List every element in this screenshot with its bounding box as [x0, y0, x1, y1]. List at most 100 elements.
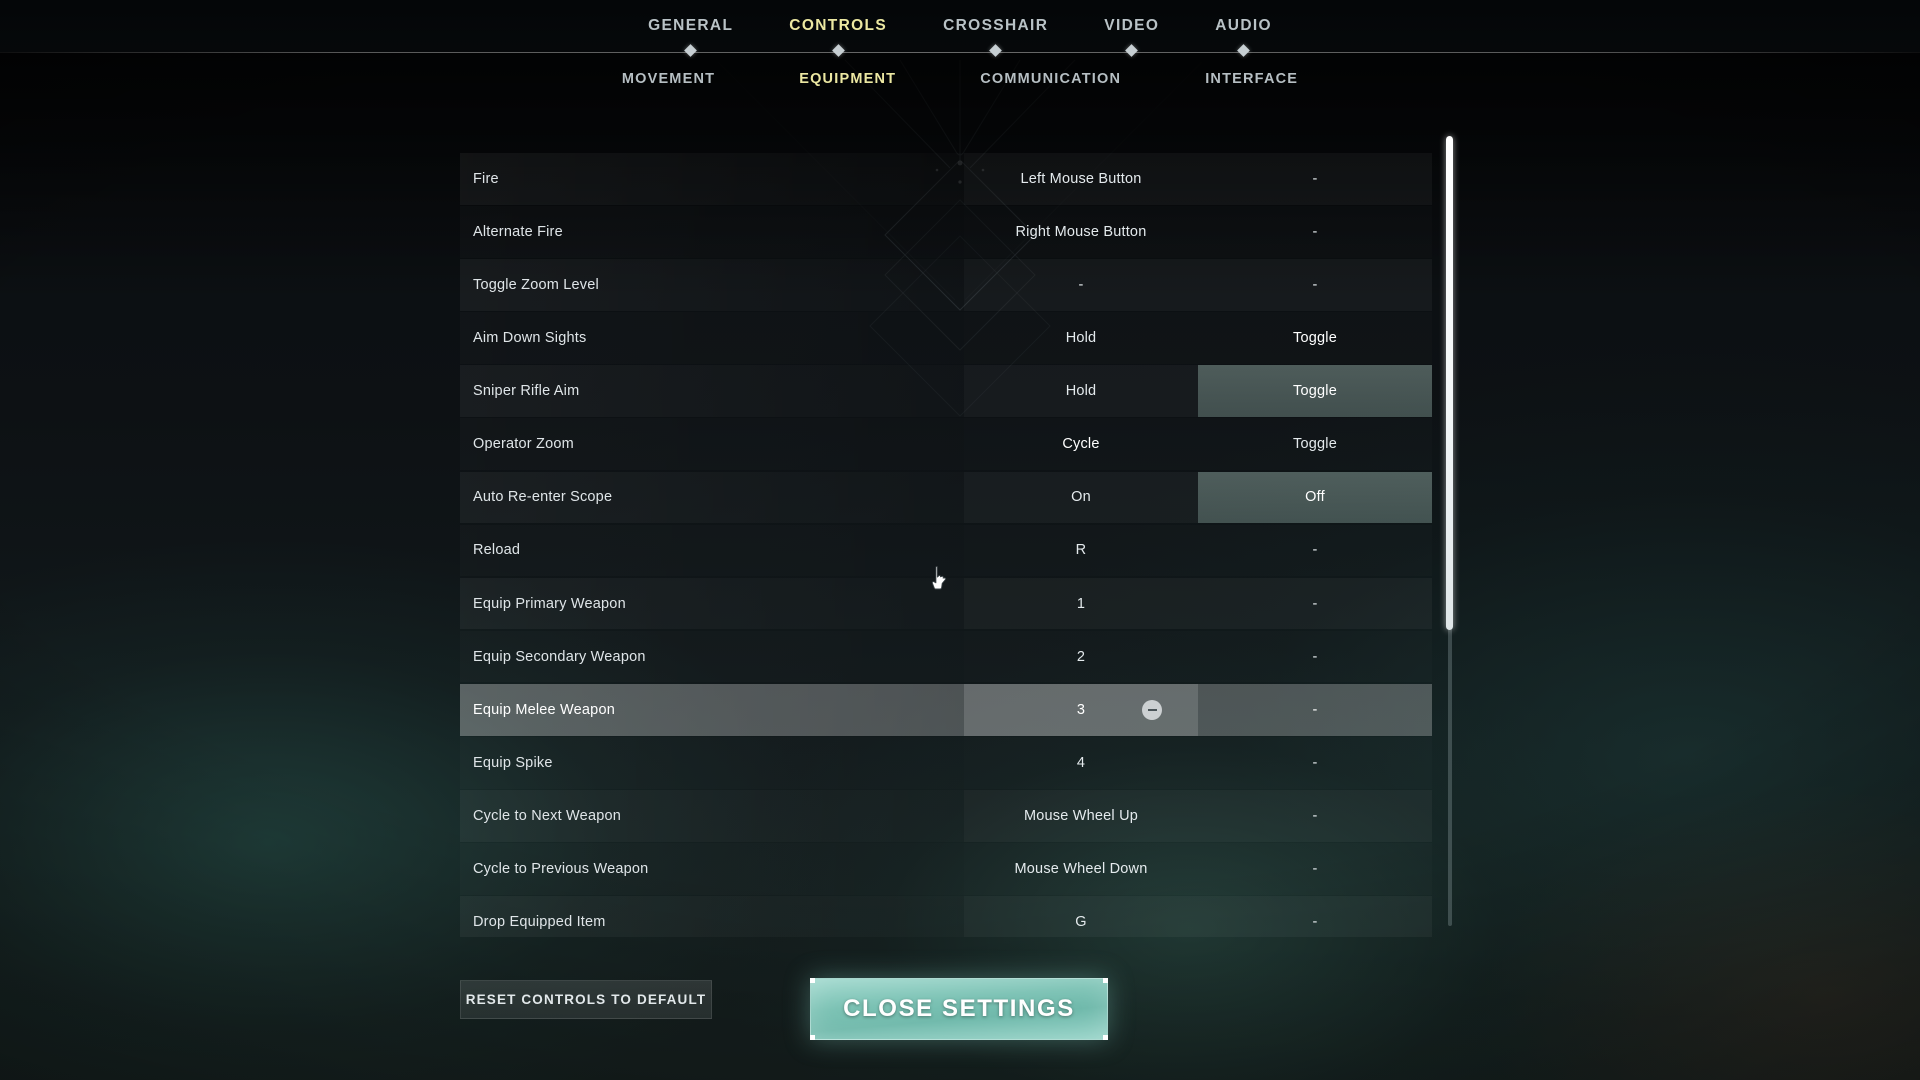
keybind-value: R: [1075, 542, 1087, 559]
keybind-action-label: Sniper Rifle Aim: [460, 365, 964, 417]
keybind-value: -: [1312, 170, 1318, 187]
keybind-cell-2[interactable]: Toggle: [1198, 418, 1432, 470]
close-settings-button[interactable]: CLOSE SETTINGS: [810, 978, 1108, 1040]
keybind-value: 2: [1076, 648, 1086, 665]
keybind-value: Toggle: [1293, 436, 1337, 453]
keybind-value: -: [1312, 648, 1318, 665]
keybind-cell-1[interactable]: 2: [964, 631, 1198, 683]
keybind-cell-1[interactable]: On: [964, 471, 1198, 524]
keybind-value: -: [1312, 701, 1318, 718]
keybind-cell-2[interactable]: -: [1198, 896, 1432, 937]
table-row[interactable]: Equip Secondary Weapon 2 -: [460, 630, 1432, 683]
table-row[interactable]: Auto Re-enter Scope On Off: [460, 471, 1432, 524]
keybind-cell-1[interactable]: 3: [964, 683, 1198, 736]
corner-marker-bl: [810, 1035, 815, 1040]
keybind-value: 3: [1076, 701, 1086, 718]
keybind-cell-1[interactable]: Mouse Wheel Up: [964, 790, 1198, 842]
settings-screen: GENERAL CONTROLS CROSSHAIR VIDEO AUDIO MOVEM…: [0, 0, 1920, 1080]
keybind-cell-2[interactable]: Toggle: [1198, 312, 1432, 364]
keybind-value: Toggle: [1293, 383, 1337, 400]
table-row[interactable]: Equip Primary Weapon 1 -: [460, 577, 1432, 630]
keybind-cell-1[interactable]: 4: [964, 737, 1198, 789]
keybind-action-label: Alternate Fire: [460, 206, 964, 258]
keybind-value: -: [1312, 807, 1318, 824]
keybind-action-label: Reload: [460, 524, 964, 577]
keybind-cell-1[interactable]: G: [964, 896, 1198, 937]
close-settings-label: CLOSE SETTINGS: [843, 995, 1075, 1022]
reset-controls-button[interactable]: RESET CONTROLS TO DEFAULT: [460, 980, 712, 1019]
keybind-value: -: [1312, 914, 1318, 931]
keybind-action-label: Fire: [460, 153, 964, 205]
keybind-action-label: Equip Melee Weapon: [460, 683, 964, 736]
secondary-tab-list: MOVEMENT EQUIPMENT COMMUNICATION INTERFACE: [580, 58, 1340, 100]
table-row[interactable]: Reload R -: [460, 524, 1432, 577]
table-row[interactable]: Cycle to Next Weapon Mouse Wheel Up -: [460, 790, 1432, 842]
table-row[interactable]: Toggle Zoom Level - -: [460, 259, 1432, 311]
keybind-cell-2[interactable]: -: [1198, 153, 1432, 205]
table-row[interactable]: Equip Melee Weapon 3 -: [460, 683, 1432, 736]
keybind-value: 4: [1076, 754, 1086, 771]
keybind-table[interactable]: Fire Left Mouse Button - Alternate Fire Righ…: [460, 153, 1432, 937]
tab-label: GENERAL: [648, 17, 734, 34]
keybind-cell-2[interactable]: -: [1198, 683, 1432, 736]
keybind-action-label: Equip Spike: [460, 737, 964, 789]
keybind-value: -: [1312, 542, 1318, 559]
keybind-cell-1[interactable]: -: [964, 259, 1198, 311]
keybind-action-label: Aim Down Sights: [460, 312, 964, 364]
keybind-value: Right Mouse Button: [1015, 223, 1147, 240]
keybind-cell-2[interactable]: Off: [1198, 471, 1432, 524]
subtab-communication[interactable]: COMMUNICATION: [938, 58, 1163, 100]
keybind-cell-1[interactable]: Mouse Wheel Down: [964, 843, 1198, 895]
nav-diamond-marker-2: [989, 44, 1003, 57]
table-row[interactable]: Equip Spike 4 -: [460, 737, 1432, 789]
keybind-cell-2[interactable]: -: [1198, 259, 1432, 311]
keybind-cell-1[interactable]: Left Mouse Button: [964, 153, 1198, 205]
reset-controls-label: RESET CONTROLS TO DEFAULT: [465, 992, 707, 1007]
keybind-action-label: Cycle to Next Weapon: [460, 790, 964, 842]
keybind-cell-2[interactable]: -: [1198, 790, 1432, 842]
table-row[interactable]: Fire Left Mouse Button -: [460, 153, 1432, 205]
keybind-value: -: [1312, 223, 1318, 240]
minus-bar: [1147, 708, 1157, 711]
keybind-cell-2[interactable]: -: [1198, 577, 1432, 630]
corner-marker-tl: [810, 978, 815, 983]
subtab-movement[interactable]: MOVEMENT: [580, 58, 757, 100]
table-row[interactable]: Drop Equipped Item G -: [460, 896, 1432, 937]
keybind-cell-1[interactable]: 1: [964, 577, 1198, 630]
keybind-value: Left Mouse Button: [1020, 170, 1142, 187]
table-row[interactable]: Aim Down Sights Hold Toggle: [460, 312, 1432, 364]
nav-diamond-marker-3: [1125, 44, 1139, 57]
keybind-cell-2[interactable]: -: [1198, 737, 1432, 789]
table-row[interactable]: Cycle to Previous Weapon Mouse Wheel Down…: [460, 843, 1432, 895]
keybind-cell-2[interactable]: -: [1198, 843, 1432, 895]
table-row[interactable]: Alternate Fire Right Mouse Button -: [460, 206, 1432, 258]
minus-circle-icon[interactable]: [1142, 699, 1162, 720]
subtab-label: MOVEMENT: [621, 71, 716, 87]
corner-marker-tr: [1103, 978, 1108, 983]
keybind-action-label: Operator Zoom: [460, 418, 964, 471]
corner-marker-br: [1103, 1035, 1108, 1040]
keybind-cell-1[interactable]: Hold: [964, 312, 1198, 364]
keybind-cell-1[interactable]: R: [964, 525, 1198, 577]
tab-label: AUDIO: [1215, 17, 1272, 34]
keybind-cell-2[interactable]: -: [1198, 525, 1432, 577]
keybind-value: Off: [1305, 489, 1325, 506]
table-row[interactable]: Operator Zoom Cycle Toggle: [460, 418, 1432, 471]
keybind-cell-2[interactable]: -: [1198, 206, 1432, 258]
keybind-action-label: Drop Equipped Item: [460, 896, 964, 937]
keybind-cell-1[interactable]: Right Mouse Button: [964, 206, 1198, 258]
scrollbar-thumb[interactable]: [1446, 136, 1453, 630]
keybind-value: 1: [1076, 595, 1086, 612]
subtab-equipment[interactable]: EQUIPMENT: [757, 58, 938, 100]
keybind-cell-1[interactable]: Cycle: [964, 418, 1198, 470]
table-row[interactable]: Sniper Rifle Aim Hold Toggle: [460, 365, 1432, 417]
subtab-interface[interactable]: INTERFACE: [1163, 58, 1340, 100]
nav-diamond-marker-4: [1237, 44, 1250, 57]
keybind-value: G: [1075, 914, 1087, 931]
keybind-cell-1[interactable]: Hold: [964, 365, 1198, 417]
keybind-cell-2[interactable]: Toggle: [1198, 365, 1432, 417]
keybind-cell-2[interactable]: -: [1198, 631, 1432, 683]
keybind-action-label: Equip Primary Weapon: [460, 577, 964, 630]
primary-nav-bar: GENERAL CONTROLS CROSSHAIR VIDEO AUDIO: [0, 0, 1920, 52]
keybind-value: -: [1312, 754, 1318, 771]
